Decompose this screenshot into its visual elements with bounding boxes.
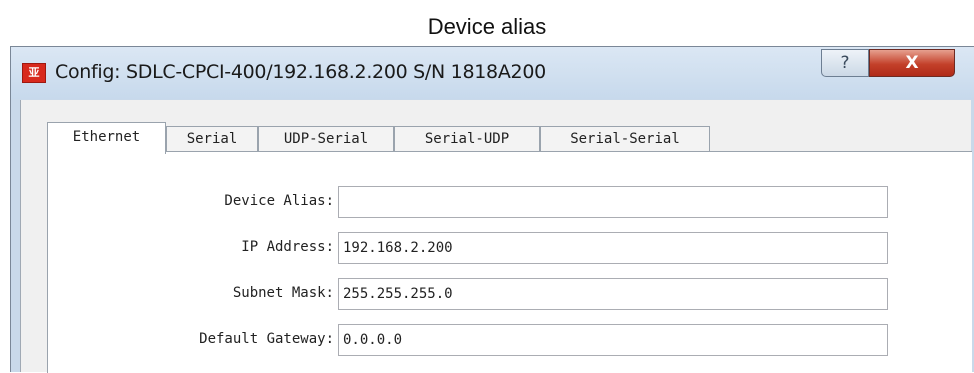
- ip-address-label: IP Address:: [241, 239, 334, 255]
- subnet-mask-row: Subnet Mask:: [48, 278, 928, 310]
- figure-caption: Device alias: [427, 14, 547, 39]
- subnet-mask-input[interactable]: [338, 278, 888, 310]
- dialog-client-area: Ethernet Serial UDP-Serial Serial-UDP Se…: [20, 100, 972, 373]
- default-gateway-label: Default Gateway:: [199, 331, 334, 347]
- tab-serial-serial[interactable]: Serial-Serial: [540, 126, 710, 152]
- help-button[interactable]: ?: [821, 49, 869, 77]
- app-icon: 亚: [22, 63, 46, 83]
- device-alias-label: Device Alias:: [224, 193, 334, 209]
- config-window: 亚 Config: SDLC-CPCI-400/192.168.2.200 S/…: [10, 46, 974, 373]
- tab-ethernet[interactable]: Ethernet: [47, 122, 166, 154]
- ethernet-panel: Device Alias: IP Address: Subnet Mask: D…: [47, 151, 972, 373]
- close-button[interactable]: X: [869, 49, 955, 77]
- device-alias-input[interactable]: [338, 186, 888, 218]
- ip-address-row: IP Address:: [48, 232, 928, 264]
- tab-serial[interactable]: Serial: [166, 126, 258, 152]
- tab-serial-udp[interactable]: Serial-UDP: [394, 126, 540, 152]
- ip-address-input[interactable]: [338, 232, 888, 264]
- default-gateway-row: Default Gateway:: [48, 324, 928, 356]
- default-gateway-input[interactable]: [338, 324, 888, 356]
- device-alias-row: Device Alias:: [48, 186, 928, 218]
- title-bar[interactable]: 亚 Config: SDLC-CPCI-400/192.168.2.200 S/…: [11, 47, 974, 99]
- tab-udp-serial[interactable]: UDP-Serial: [258, 126, 394, 152]
- window-title: Config: SDLC-CPCI-400/192.168.2.200 S/N …: [55, 61, 546, 83]
- subnet-mask-label: Subnet Mask:: [232, 285, 334, 301]
